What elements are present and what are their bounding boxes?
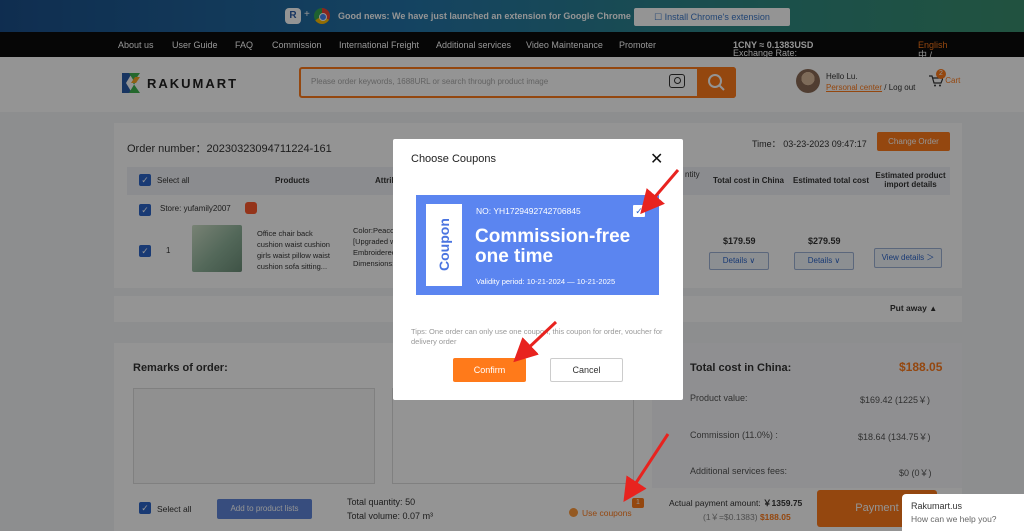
close-icon[interactable]: ✕ [650, 149, 663, 169]
coupon-validity: Validity period: 10-21-2024 — 10-21-2025 [476, 277, 616, 286]
coupon-tips: Tips: One order can only use one coupon,… [411, 327, 663, 346]
confirm-button[interactable]: Confirm [453, 358, 526, 382]
chat-subtitle: How can we help you? [911, 514, 997, 524]
coupon-tab-label: Coupon [436, 218, 452, 272]
chat-widget[interactable] [902, 494, 1024, 531]
coupon-title: Commission-free one time [475, 226, 631, 267]
dialog-title: Choose Coupons [411, 153, 497, 165]
chat-title: Rakumart.us [911, 501, 963, 511]
coupon-checkbox[interactable]: ✓ [633, 205, 645, 217]
coupon-edge-right [655, 195, 663, 295]
coupon-edge-left [412, 195, 420, 295]
cancel-button[interactable]: Cancel [550, 358, 623, 382]
coupon-number: NO: YH1729492742706845 [476, 206, 581, 216]
